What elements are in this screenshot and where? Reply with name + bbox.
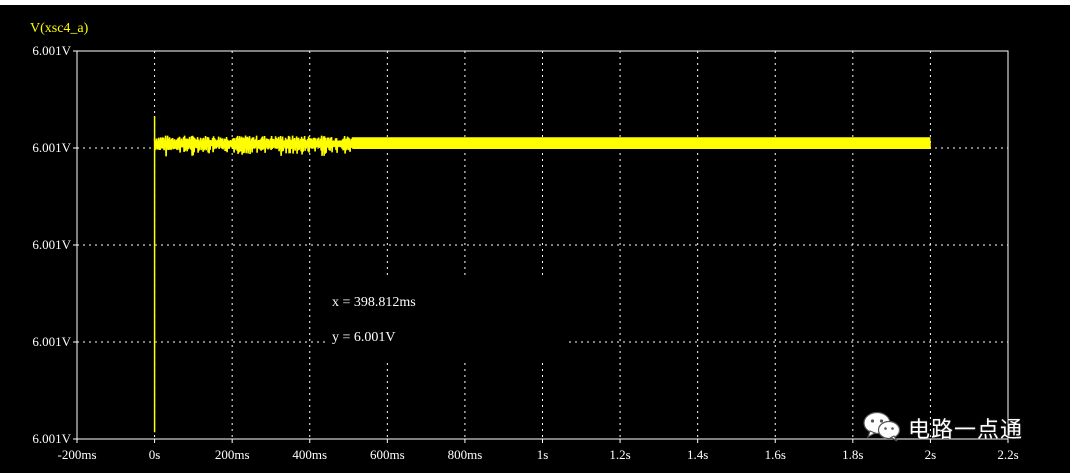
x-tick-label-1: 0s (149, 447, 161, 462)
plot-background (0, 5, 1070, 473)
cursor-readout: x = 398.812ms y = 6.001V (328, 279, 566, 363)
x-tick-label-11: 2s (925, 447, 937, 462)
x-tick-label-8: 1.4s (687, 447, 708, 462)
watermark: 电路一点通 (862, 408, 1062, 444)
y-tick-label-1: 6.001V (32, 140, 71, 155)
wechat-icon (863, 411, 901, 442)
x-tick-label-6: 1s (537, 447, 549, 462)
cursor-y-value: y = 6.001V (332, 330, 396, 345)
x-tick-label-0: -200ms (58, 447, 97, 462)
x-tick-label-9: 1.6s (765, 447, 786, 462)
x-tick-label-4: 600ms (370, 447, 405, 462)
x-tick-label-10: 1.8s (842, 447, 863, 462)
y-tick-label-0: 6.001V (32, 43, 71, 58)
watermark-text: 电路一点通 (908, 418, 1024, 443)
plot-title: V(xsc4_a) (30, 21, 89, 36)
y-tick-label-3: 6.001V (32, 334, 71, 349)
y-tick-label-2: 6.001V (32, 237, 71, 252)
x-tick-label-7: 1.2s (609, 447, 630, 462)
x-tick-label-12: 2.2s (997, 447, 1018, 462)
cursor-x-value: x = 398.812ms (332, 295, 416, 310)
x-tick-label-5: 800ms (448, 447, 483, 462)
x-tick-label-3: 400ms (292, 447, 327, 462)
x-tick-label-2: 200ms (215, 447, 250, 462)
y-tick-label-4: 6.001V (32, 431, 71, 446)
oscilloscope-plot: V(xsc4_a) 6.001V 6.001V 6.001V 6.001V 6.001V… (0, 5, 1070, 473)
